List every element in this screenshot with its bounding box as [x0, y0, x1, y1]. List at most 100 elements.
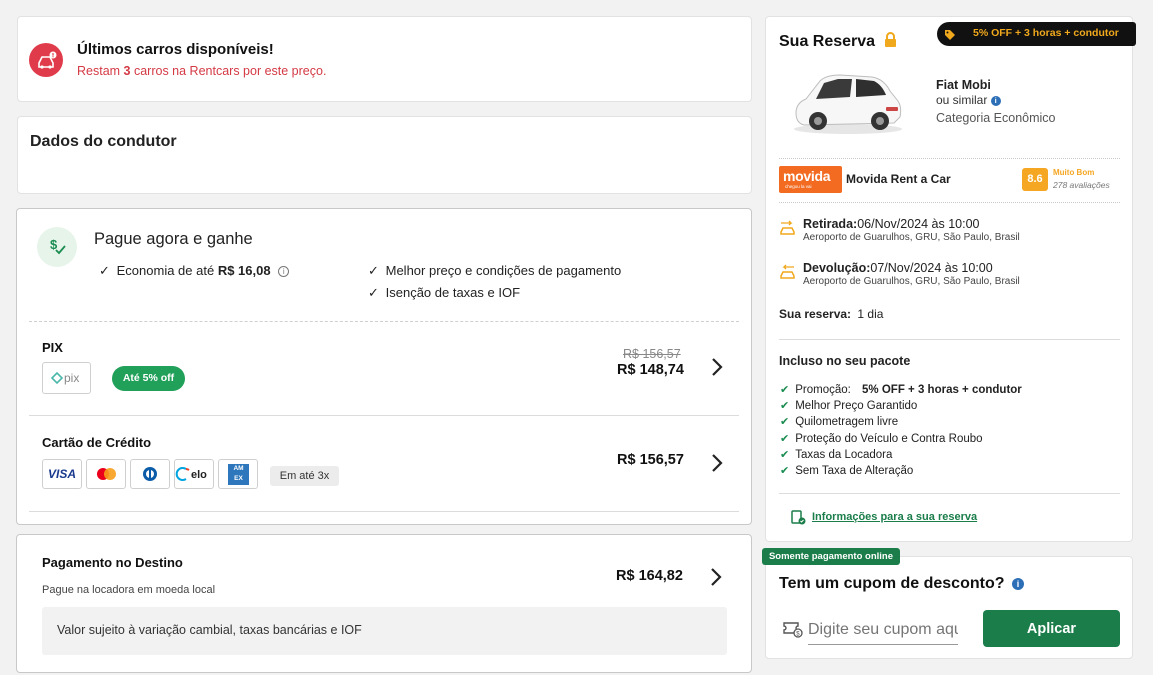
credit-card-price: R$ 156,57 — [617, 452, 684, 468]
pix-logo: pix — [42, 362, 91, 394]
included-text: Proteção do Veículo e Contra Roubo — [795, 433, 983, 445]
svg-text:elo: elo — [191, 469, 207, 481]
dotted-divider — [779, 158, 1120, 159]
alert-count: 3 — [123, 64, 131, 78]
dotted-divider — [779, 202, 1120, 203]
pay-now-section: $ Pague agora e ganhe ✓ Economia de até … — [16, 208, 752, 525]
destination-price: R$ 164,82 — [616, 568, 683, 584]
lock-icon — [884, 32, 897, 52]
coupon-section: Tem um cupom de desconto? i $ Aplicar — [765, 556, 1133, 659]
mastercard-icon — [86, 459, 126, 489]
car-similar-text: ou similar — [936, 93, 988, 107]
divider — [779, 339, 1120, 340]
rating-count: 278 avaliações — [1053, 180, 1110, 190]
saving-label: Economia de até — [116, 263, 218, 278]
car-image — [790, 69, 905, 137]
chevron-right-icon[interactable] — [710, 453, 724, 473]
availability-alert: Últimos carros disponíveis! Restam 3 car… — [17, 16, 752, 102]
included-item: ✔ Promoção: 5% OFF + 3 horas + condutor — [780, 383, 1022, 396]
pickup-place: Aeroporto de Guarulhos, GRU, São Paulo, … — [803, 232, 1020, 243]
coupon-title: Tem um cupom de desconto? i — [779, 575, 1024, 593]
chevron-right-icon[interactable] — [710, 357, 724, 377]
svg-text:pix: pix — [64, 371, 79, 385]
check-icon: ✓ — [368, 263, 379, 278]
pix-title: PIX — [42, 340, 63, 355]
alert-subtitle: Restam 3 carros na Rentcars por este pre… — [77, 64, 326, 78]
exchange-note: Valor sujeito à variação cambial, taxas … — [42, 607, 727, 655]
included-text: Melhor Preço Garantido — [795, 400, 918, 412]
diners-icon — [130, 459, 170, 489]
return-place: Aeroporto de Guarulhos, GRU, São Paulo, … — [803, 276, 1020, 287]
destination-subtitle: Pague na locadora em moeda local — [42, 584, 216, 596]
pay-now-title: Pague agora e ganhe — [94, 230, 253, 248]
document-check-icon — [791, 510, 806, 530]
pix-discount-badge: Até 5% off — [112, 366, 185, 391]
info-icon[interactable]: i — [1011, 577, 1024, 590]
pix-option[interactable]: PIX pix Até 5% off R$ 156,57 R$ 148,74 — [29, 322, 739, 416]
info-outline-icon[interactable]: i — [278, 266, 290, 278]
promo-line-label: Promoção: — [795, 384, 851, 396]
online-only-tag: Somente pagamento online — [762, 548, 900, 565]
movida-logo: movida chegou la vai — [779, 166, 842, 193]
car-alert-icon — [29, 43, 63, 77]
included-item: ✔ Quilometragem livre — [780, 415, 898, 428]
included-text: Taxas da Locadora — [795, 449, 893, 461]
included-item: ✔ Sem Taxa de Alteração — [780, 464, 913, 477]
coupon-title-text: Tem um cupom de desconto? — [779, 575, 1005, 592]
benefit-item: ✓ Isenção de taxas e IOF — [368, 285, 520, 301]
reservation-title: Sua Reserva — [779, 32, 897, 52]
benefit-text: Melhor preço e condições de pagamento — [385, 263, 622, 278]
included-text: Sem Taxa de Alteração — [795, 465, 914, 477]
return-label: Devolução: — [803, 261, 871, 275]
pickup-car-icon — [779, 220, 796, 240]
car-similar: ou similar i — [936, 93, 1001, 107]
elo-icon: elo — [174, 459, 214, 489]
driver-section: Dados do condutor — [17, 116, 752, 194]
check-icon: ✔ — [780, 465, 790, 477]
check-icon: ✔ — [780, 416, 790, 428]
saving-value: R$ 16,08 — [217, 263, 271, 278]
divider — [29, 511, 739, 512]
promo-badge: 5% OFF + 3 horas + condutor — [937, 22, 1136, 46]
car-name: Fiat Mobi — [936, 78, 991, 92]
check-icon: ✓ — [99, 263, 110, 278]
benefit-item: ✓ Melhor preço e condições de pagamento — [368, 263, 621, 279]
pickup-line: Retirada:06/Nov/2024 às 10:00 — [803, 217, 980, 231]
return-line: Devolução:07/Nov/2024 às 10:00 — [803, 261, 993, 275]
apply-coupon-button[interactable]: Aplicar — [983, 610, 1120, 647]
pickup-date: 06/Nov/2024 às 10:00 — [857, 217, 980, 231]
check-icon: ✓ — [368, 285, 379, 300]
promo-line-value: 5% OFF + 3 horas + condutor — [862, 384, 1022, 396]
exchange-note-text: Valor sujeito à variação cambial, taxas … — [57, 623, 362, 637]
destination-title: Pagamento no Destino — [42, 555, 183, 570]
included-title: Incluso no seu pacote — [779, 354, 911, 368]
amex-icon: AM EX — [218, 459, 258, 489]
car-category: Categoria Econômico — [936, 111, 1056, 125]
included-text: Quilometragem livre — [795, 416, 899, 428]
coupon-ticket-icon: $ — [783, 620, 803, 643]
return-car-icon — [779, 264, 796, 284]
reservation-info-link[interactable]: Informações para a sua reserva — [812, 511, 977, 523]
check-icon: ✔ — [780, 449, 790, 461]
alert-sub-suffix: carros na Rentcars por este preço. — [130, 64, 327, 78]
coupon-input[interactable] — [808, 615, 958, 645]
pix-price: R$ 148,74 — [617, 362, 684, 378]
duration-label: Sua reserva: — [779, 307, 852, 321]
reservation-title-text: Sua Reserva — [779, 33, 876, 50]
promo-badge-text: 5% OFF + 3 horas + condutor — [973, 27, 1119, 39]
chevron-right-icon[interactable] — [709, 567, 723, 587]
info-icon[interactable]: i — [990, 95, 1001, 106]
tag-icon — [940, 24, 960, 44]
movida-logo-text: movida — [783, 168, 831, 184]
pay-at-destination-option[interactable]: Pagamento no Destino Pague na locadora e… — [16, 534, 752, 673]
credit-card-option[interactable]: Cartão de Crédito VISA elo AM EX Em até 3… — [29, 416, 739, 511]
reservation-duration: Sua reserva: 1 dia — [779, 307, 883, 321]
check-icon: ✔ — [780, 433, 790, 445]
money-check-icon: $ — [37, 227, 77, 267]
movida-logo-sub: chegou la vai — [785, 184, 812, 189]
pix-old-price: R$ 156,57 — [623, 347, 681, 361]
pickup-label: Retirada: — [803, 217, 858, 231]
driver-title: Dados do condutor — [30, 133, 177, 150]
reservation-summary: Sua Reserva Fiat Mobi ou similar i Categ… — [765, 16, 1133, 542]
rating-label: Muito Bom — [1053, 168, 1095, 177]
